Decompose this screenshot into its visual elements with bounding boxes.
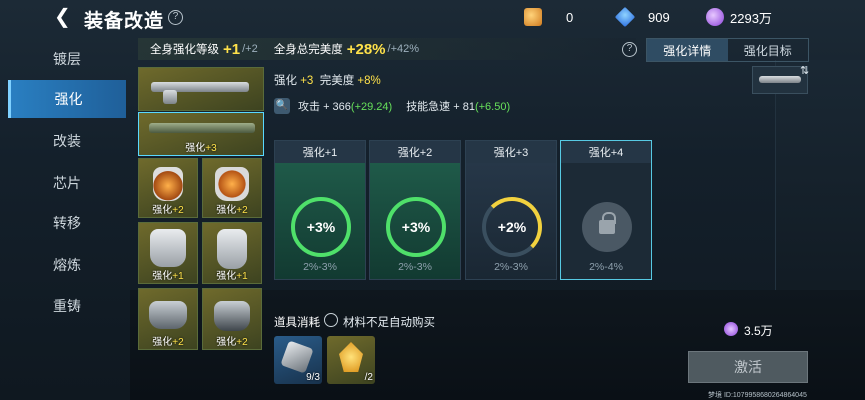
resource-chest: 0 xyxy=(524,8,573,26)
upgrade-ring: +3% xyxy=(386,197,446,257)
materials-title: 道具消耗 xyxy=(274,317,320,329)
upgrade-title: 强化+2 xyxy=(370,141,460,163)
upgrade-card: 强化+3 +2% 2%-3% xyxy=(465,140,557,280)
equipment-label: 强化+2 xyxy=(216,205,248,216)
overall-stats: 全身强化等级 +1 /+2 全身总完美度 +28% /+42% xyxy=(138,38,636,60)
info-icon[interactable]: ? xyxy=(622,42,637,57)
upgrade-range: 2%-3% xyxy=(303,261,337,273)
upgrade-ring: +3% xyxy=(291,197,351,257)
blue-gem-icon xyxy=(614,6,636,28)
coin-chest-icon xyxy=(524,8,542,26)
sidebar-item-chip[interactable]: 芯片 xyxy=(8,164,126,202)
metal-part-icon xyxy=(280,340,314,374)
activate-button[interactable]: 激活 xyxy=(688,351,808,383)
user-id: 梦境 ID:1079958680264864045 xyxy=(708,392,807,399)
helmet-icon xyxy=(153,167,183,201)
resource-value: 2293万 xyxy=(730,10,772,26)
tab-enhance-details[interactable]: 强化详情 xyxy=(647,39,728,61)
equipment-label: 强化+1 xyxy=(152,271,184,282)
sidebar-item-plating[interactable]: 镀层 xyxy=(8,40,126,78)
auto-buy-label[interactable]: 材料不足自动购买 xyxy=(343,314,435,330)
chest-armor-icon xyxy=(215,167,249,201)
equipment-label: 强化+2 xyxy=(216,337,248,348)
yellow-crystal-icon xyxy=(339,342,363,372)
boots-icon xyxy=(214,301,250,331)
equipment-label: 强化+2 xyxy=(152,337,184,348)
resource-gem: 909 xyxy=(614,6,670,28)
tab-enhance-target[interactable]: 强化目标 xyxy=(728,39,809,61)
perfect-label: 全身总完美度 xyxy=(273,44,343,56)
level-label: 全身强化等级 xyxy=(150,44,219,56)
upgrade-range: 2%-3% xyxy=(494,261,528,273)
enhance-summary: 强化 +3 完美度 +8% xyxy=(274,75,381,87)
rifle-icon xyxy=(759,76,801,83)
sidebar-item-smelt[interactable]: 熔炼 xyxy=(8,246,126,284)
material-count: 9/3 xyxy=(306,372,320,383)
equipment-slot-weapon-b[interactable]: 强化+3 xyxy=(138,112,264,156)
resource-value: 909 xyxy=(648,9,670,25)
resource-crystal: 2293万 xyxy=(706,8,772,26)
help-icon[interactable]: ? xyxy=(168,10,183,25)
equipment-label: 强化+3 xyxy=(185,143,217,154)
equipment-slot-weapon-a[interactable] xyxy=(138,67,264,111)
equipment-slot-boots[interactable]: 强化+2 xyxy=(202,288,262,350)
upgrade-lock xyxy=(582,202,632,252)
upgrade-title: 强化+4 xyxy=(561,141,651,163)
page-title: 装备改造 xyxy=(84,11,165,32)
material-slot[interactable]: 9/3 xyxy=(274,336,322,384)
upgrade-title: 强化+3 xyxy=(466,141,556,163)
auto-buy-radio[interactable] xyxy=(324,313,338,327)
upgrade-ring: +2% xyxy=(482,197,542,257)
upgrade-title: 强化+1 xyxy=(275,141,365,163)
level-next: /+2 xyxy=(242,43,258,55)
perfect-value: +28% xyxy=(346,40,386,58)
purple-crystal-icon xyxy=(724,322,738,336)
detail-tabs: 强化详情 强化目标 xyxy=(646,38,809,62)
upgrade-card: 强化+1 +3% 2%-3% xyxy=(274,140,366,280)
cost-value: 3.5万 xyxy=(744,324,773,338)
equipment-slot-suit[interactable]: 强化+1 xyxy=(138,222,198,284)
upgrade-range: 2%-3% xyxy=(398,261,432,273)
material-count: /2 xyxy=(364,372,373,383)
rifle-icon xyxy=(149,123,255,133)
upgrade-range: 2%-4% xyxy=(589,261,623,273)
sidebar-item-recast[interactable]: 重铸 xyxy=(8,287,126,325)
attribute-details: 🔍 攻击 + 366(+29.24) 技能急速 + 81(+6.50) xyxy=(274,98,511,114)
sidebar: 镀层 强化 改装 芯片 转移 熔炼 重铸 xyxy=(0,36,128,376)
back-arrow-icon[interactable]: ❮ xyxy=(54,7,72,27)
pants-icon xyxy=(217,229,247,269)
upgrade-card-locked[interactable]: 强化+4 2%-4% xyxy=(560,140,652,280)
equipment-slot-chest[interactable]: 强化+2 xyxy=(202,158,262,218)
equipment-label: 强化+1 xyxy=(216,271,248,282)
purple-crystal-icon xyxy=(706,8,724,26)
equipment-slot-pants[interactable]: 强化+1 xyxy=(202,222,262,284)
swap-icon[interactable]: ⇅ xyxy=(800,64,809,77)
lock-icon xyxy=(599,212,616,234)
gloves-icon xyxy=(149,301,187,329)
equipment-slot-gloves[interactable]: 强化+2 xyxy=(138,288,198,350)
resource-value: 0 xyxy=(566,9,574,25)
material-slot[interactable]: /2 xyxy=(327,336,375,384)
equipment-slot-helmet[interactable]: 强化+2 xyxy=(138,158,198,218)
level-value: +1 xyxy=(223,40,241,58)
suit-icon xyxy=(150,229,186,267)
search-icon[interactable]: 🔍 xyxy=(274,98,290,114)
equipment-label: 强化+2 xyxy=(152,205,184,216)
perfect-next: /+42% xyxy=(387,43,420,55)
sidebar-item-modify[interactable]: 改装 xyxy=(8,122,126,160)
sidebar-item-enhance[interactable]: 强化 xyxy=(8,80,126,118)
upgrade-card: 强化+2 +3% 2%-3% xyxy=(369,140,461,280)
sidebar-item-transfer[interactable]: 转移 xyxy=(8,204,126,242)
